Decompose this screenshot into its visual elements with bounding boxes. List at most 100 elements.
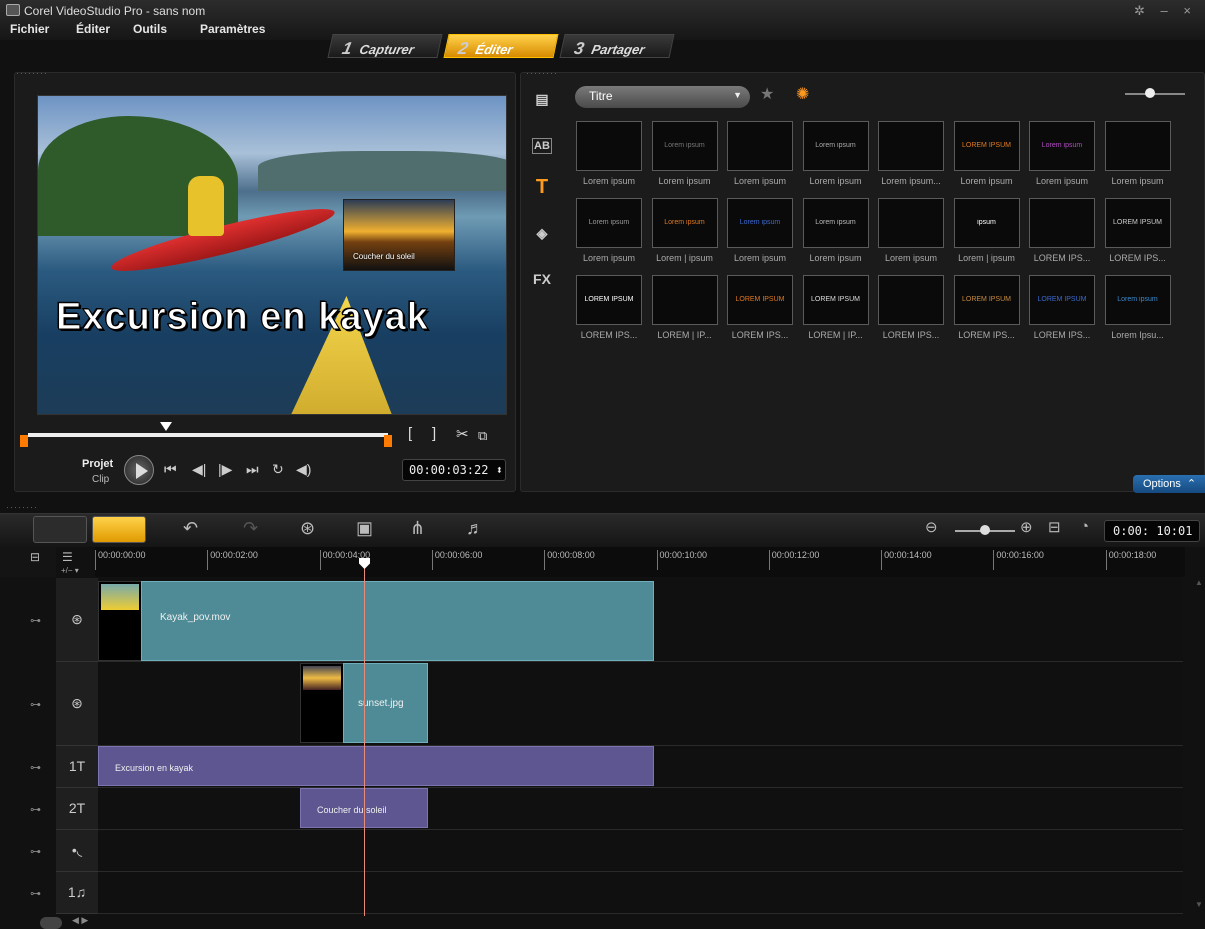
auto-music-icon[interactable]: ♬: [466, 518, 484, 539]
add-star-icon[interactable]: ★: [760, 84, 774, 104]
mark-in-handle[interactable]: [20, 435, 28, 447]
title-thumbnail[interactable]: Lorem ipsum: [1029, 121, 1095, 171]
step-capturer[interactable]: 1 Capturer: [327, 34, 443, 58]
audio-mixer-icon[interactable]: ⋔: [410, 518, 425, 539]
track-scroll-toggle[interactable]: [40, 917, 62, 929]
title-thumbnail[interactable]: Lorem ipsum: [1104, 275, 1171, 325]
title-thumbnail[interactable]: [878, 121, 944, 171]
menu-parametres[interactable]: Paramètres: [200, 22, 265, 36]
redo-icon[interactable]: ↷: [243, 518, 258, 539]
mark-out-handle[interactable]: [384, 435, 392, 447]
title-thumbnail[interactable]: [1104, 121, 1171, 171]
add-remove-track[interactable]: +/− ▾: [61, 566, 79, 575]
options-button[interactable]: Options: [1133, 475, 1205, 493]
scrub-bar[interactable]: [28, 433, 388, 437]
storyboard-view-button[interactable]: [33, 516, 87, 543]
title-thumbnail[interactable]: LOREM IPSUM: [953, 121, 1020, 171]
home-icon[interactable]: ⏮: [164, 461, 177, 478]
track-manager-icon[interactable]: ⊟: [30, 550, 40, 564]
title-track-2[interactable]: [98, 788, 1183, 830]
zoom-slider-knob[interactable]: [980, 525, 990, 535]
track-lock-icon[interactable]: ⊶: [30, 761, 41, 774]
music-track[interactable]: [98, 872, 1183, 914]
smartsound-icon[interactable]: ▣: [356, 518, 373, 539]
video-clip-thumb[interactable]: [98, 581, 142, 661]
title-thumbnail[interactable]: Lorem ipsum: [576, 198, 642, 248]
menu-fichier[interactable]: Fichier: [10, 22, 49, 36]
title-thumbnail[interactable]: LOREM IPSUM: [1104, 198, 1171, 248]
scrub-thumb[interactable]: [160, 422, 172, 431]
online-icon[interactable]: ✺: [796, 84, 809, 104]
video-track-header[interactable]: ⊛: [56, 578, 98, 662]
repeat-icon[interactable]: ↻: [272, 461, 284, 478]
title-thumbnail[interactable]: Lorem ipsum: [727, 198, 793, 248]
title-thumbnail[interactable]: Lorem ipsum: [651, 198, 718, 248]
fit-project-icon[interactable]: ⊟: [1048, 518, 1061, 536]
clip-mode-label[interactable]: Clip: [92, 474, 109, 485]
chapter-icon[interactable]: ☰: [62, 550, 73, 564]
overlay-track[interactable]: [98, 662, 1183, 746]
title-tab-icon[interactable]: T: [527, 172, 557, 202]
previous-frame-icon[interactable]: ◀|: [192, 461, 206, 478]
overlay-clip[interactable]: sunset.jpg: [343, 663, 428, 743]
split-clip-icon[interactable]: ✂: [456, 425, 469, 443]
scroll-down-icon[interactable]: ▼: [1195, 900, 1203, 909]
title-thumbnail[interactable]: LOREM IPSUM: [953, 275, 1020, 325]
step-partager[interactable]: 3 Partager: [559, 34, 675, 58]
thumb-size-slider-knob[interactable]: [1145, 88, 1155, 98]
mark-out-button[interactable]: ]: [432, 425, 436, 442]
title-thumbnail[interactable]: [1029, 198, 1095, 248]
music-track-header[interactable]: 1♫: [56, 872, 98, 914]
overlay-track-header[interactable]: ⊛: [56, 662, 98, 746]
title-thumbnail[interactable]: [878, 198, 944, 248]
window-controls[interactable]: ✲ – ×: [1134, 3, 1197, 19]
preview-timecode[interactable]: 00:00:03:22 ⬍: [402, 459, 506, 481]
title-thumbnail[interactable]: [878, 275, 944, 325]
filter-tab-icon[interactable]: FX: [527, 264, 557, 294]
transition-tab-icon[interactable]: AB: [532, 138, 552, 154]
track-lock-icon[interactable]: ⊶: [30, 803, 41, 816]
title-clip-1[interactable]: Excursion en kayak: [98, 746, 654, 786]
timeline-timecode[interactable]: 0:00: 10:01: [1104, 520, 1200, 542]
overlay-clip-thumb[interactable]: [300, 663, 344, 743]
title-thumbnail[interactable]: ipsum: [953, 198, 1020, 248]
title-thumbnail[interactable]: [727, 121, 793, 171]
volume-icon[interactable]: ◀): [296, 461, 311, 478]
track-lock-icon[interactable]: ⊶: [30, 887, 41, 900]
title-thumbnail[interactable]: LOREM IPSUM: [1029, 275, 1095, 325]
title-thumbnail[interactable]: LOREM IPSUM: [576, 275, 642, 325]
scroll-left-icon[interactable]: ◀ ▶: [72, 915, 88, 926]
title-thumbnail[interactable]: [576, 121, 642, 171]
panel-grip[interactable]: ········: [16, 68, 48, 78]
play-button[interactable]: [124, 455, 154, 485]
track-lock-icon[interactable]: ⊶: [30, 845, 41, 858]
title-thumbnail[interactable]: LOREM IPSUM: [802, 275, 869, 325]
undo-icon[interactable]: ↶: [183, 518, 198, 539]
graphic-tab-icon[interactable]: ◈: [527, 218, 557, 248]
project-mode-label[interactable]: Projet: [82, 458, 113, 470]
title-thumbnail[interactable]: LOREM IPSUM: [727, 275, 793, 325]
title-thumbnail[interactable]: Lorem ipsum: [802, 121, 869, 171]
panel-grip[interactable]: ········: [526, 68, 558, 78]
next-frame-icon[interactable]: |▶: [218, 461, 232, 478]
title-thumbnail[interactable]: Lorem ipsum: [651, 121, 718, 171]
scroll-up-icon[interactable]: ▲: [1195, 578, 1203, 587]
track-lock-icon[interactable]: ⊶: [30, 614, 41, 627]
title-track-1-header[interactable]: 1T: [56, 746, 98, 788]
menu-outils[interactable]: Outils: [133, 22, 167, 36]
timeline-view-button[interactable]: [92, 516, 146, 543]
zoom-out-icon[interactable]: ⊖: [925, 518, 938, 536]
mark-in-button[interactable]: [: [408, 425, 412, 442]
step-editer[interactable]: 2 Éditer: [443, 34, 559, 58]
media-tab-icon[interactable]: ▤: [527, 84, 557, 114]
title-thumbnail[interactable]: Lorem ipsum: [802, 198, 869, 248]
title-thumbnail[interactable]: [651, 275, 718, 325]
voice-track-header[interactable]: •◟: [56, 830, 98, 872]
title-track-2-header[interactable]: 2T: [56, 788, 98, 830]
record-capture-icon[interactable]: ⊛: [300, 518, 315, 539]
zoom-in-icon[interactable]: ⊕: [1020, 518, 1033, 536]
enlarge-icon[interactable]: ⧉: [478, 428, 487, 444]
category-dropdown[interactable]: Titre: [575, 86, 750, 108]
track-lock-icon[interactable]: ⊶: [30, 698, 41, 711]
playhead-line[interactable]: [364, 566, 365, 916]
